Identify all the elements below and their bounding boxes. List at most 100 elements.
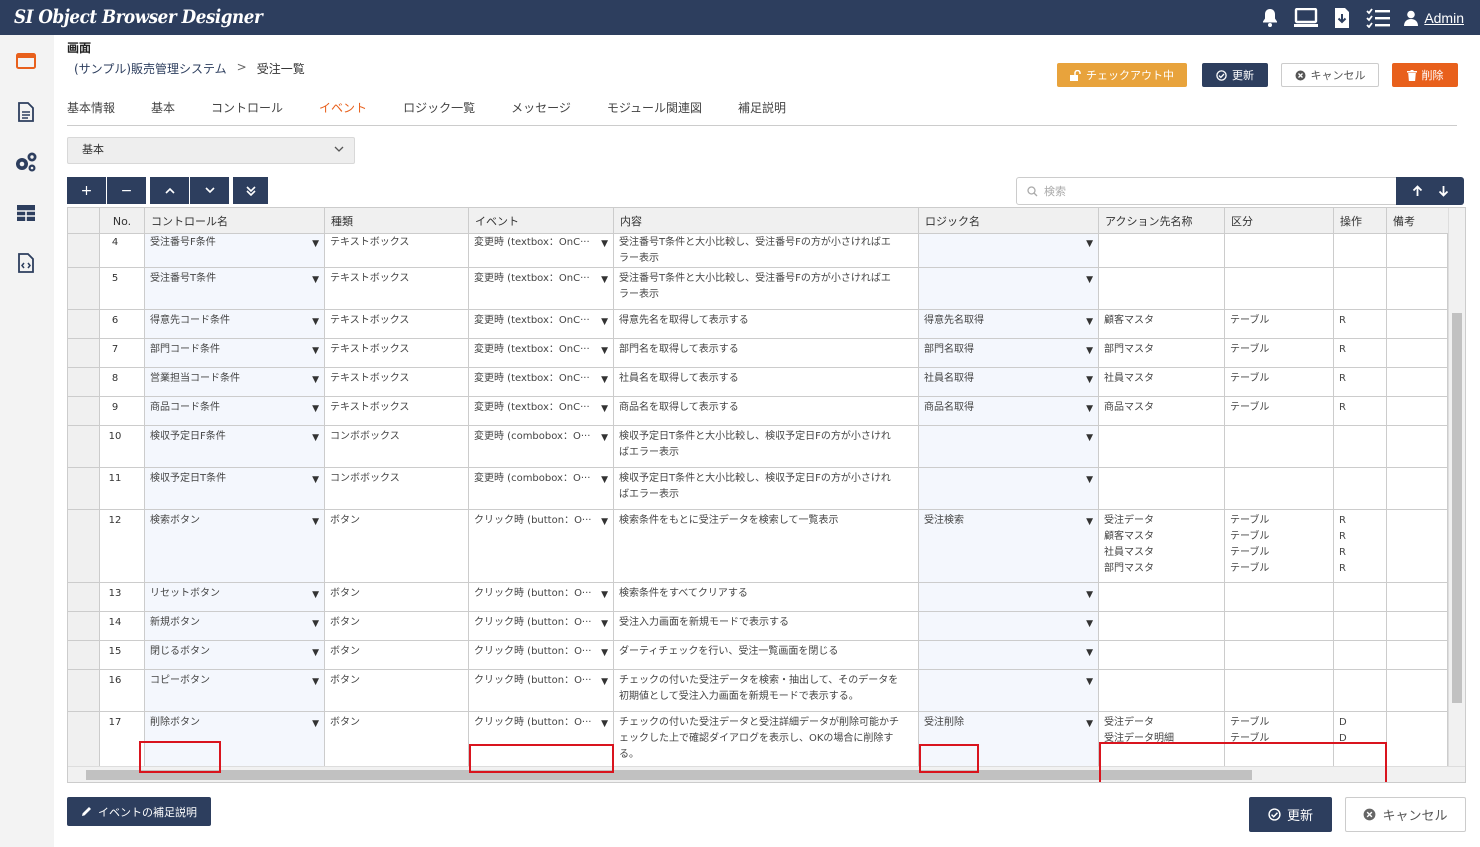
tab-logic-list[interactable]: ロジック一覧 xyxy=(403,99,511,125)
screen-icon[interactable] xyxy=(14,49,38,73)
vertical-scroll-thumb[interactable] xyxy=(1452,313,1462,703)
dropdown-arrow-icon[interactable]: ▼ xyxy=(601,674,608,690)
table-row[interactable]: 14 新規ボタン ▼ ボタン クリック時 (button：O··· ▼ 受注入力画面を新規モ… xyxy=(68,612,1448,641)
add-row-button[interactable]: + xyxy=(67,177,106,204)
dropdown-arrow-icon[interactable]: ▼ xyxy=(601,616,608,632)
dropdown-arrow-icon[interactable]: ▼ xyxy=(312,430,319,446)
cell-control-name[interactable]: 新規ボタン ▼ xyxy=(145,612,325,640)
cell-event[interactable]: 変更時 (textbox：OnC··· ▼ xyxy=(469,268,614,309)
dropdown-arrow-icon[interactable]: ▼ xyxy=(312,314,319,330)
vertical-scrollbar[interactable] xyxy=(1448,208,1465,768)
cell-logic-name[interactable]: ▼ xyxy=(919,468,1099,509)
remove-row-button[interactable]: − xyxy=(107,177,146,204)
tab-supplement[interactable]: 補足説明 xyxy=(738,99,822,125)
cell-event[interactable]: 変更時 (textbox：OnC··· ▼ xyxy=(469,397,614,425)
dropdown-arrow-icon[interactable]: ▼ xyxy=(1086,314,1093,330)
dropdown-arrow-icon[interactable]: ▼ xyxy=(601,401,608,417)
move-up-button[interactable] xyxy=(150,177,189,204)
cell-logic-name[interactable]: 社員名取得 ▼ xyxy=(919,368,1099,396)
dropdown-arrow-icon[interactable]: ▼ xyxy=(312,514,319,530)
cell-control-name[interactable]: 受注番号T条件 ▼ xyxy=(145,268,325,309)
cell-control-name[interactable]: 部門コード条件 ▼ xyxy=(145,339,325,367)
cell-logic-name[interactable]: ▼ xyxy=(919,670,1099,711)
cell-event[interactable]: 変更時 (textbox：OnC··· ▼ xyxy=(469,310,614,338)
table-row[interactable]: 12 検索ボタン ▼ ボタン クリック時 (button：O··· ▼ 検索条件をもとに受注… xyxy=(68,510,1448,583)
dropdown-arrow-icon[interactable]: ▼ xyxy=(601,514,608,530)
user-menu[interactable]: Admin xyxy=(1404,10,1464,26)
dropdown-arrow-icon[interactable]: ▼ xyxy=(312,674,319,690)
tab-control[interactable]: コントロール xyxy=(211,99,319,125)
table-row[interactable]: 7 部門コード条件 ▼ テキストボックス 変更時 (textbox：OnC··· ▼ 部門名… xyxy=(68,339,1448,368)
event-supplement-button[interactable]: イベントの補足説明 xyxy=(67,797,211,826)
dropdown-arrow-icon[interactable]: ▼ xyxy=(312,343,319,359)
table-row[interactable]: 13 リセットボタン ▼ ボタン クリック時 (button：O··· ▼ 検索条件をすべて… xyxy=(68,583,1448,612)
dropdown-arrow-icon[interactable]: ▼ xyxy=(601,472,608,488)
filter-select[interactable]: 基本 xyxy=(67,137,355,164)
dropdown-arrow-icon[interactable]: ▼ xyxy=(601,236,608,252)
user-name[interactable]: Admin xyxy=(1424,10,1464,26)
dropdown-arrow-icon[interactable]: ▼ xyxy=(1086,272,1093,288)
dropdown-arrow-icon[interactable]: ▼ xyxy=(1086,716,1093,732)
cell-event[interactable]: 変更時 (textbox：OnC··· ▼ xyxy=(469,234,614,267)
cell-event[interactable]: クリック時 (button：O··· ▼ xyxy=(469,612,614,640)
tab-module-diagram[interactable]: モジュール関連図 xyxy=(607,99,738,125)
table-icon[interactable] xyxy=(14,201,38,225)
table-row[interactable]: 8 営業担当コード条件 ▼ テキストボックス 変更時 (textbox：OnC··· ▼ 社… xyxy=(68,368,1448,397)
gears-icon[interactable] xyxy=(14,150,38,174)
cell-event[interactable]: クリック時 (button：O··· ▼ xyxy=(469,583,614,611)
cell-control-name[interactable]: 検収予定日T条件 ▼ xyxy=(145,468,325,509)
search-input[interactable]: 検索 xyxy=(1016,177,1398,205)
update-button[interactable]: 更新 xyxy=(1202,63,1268,87)
dropdown-arrow-icon[interactable]: ▼ xyxy=(1086,616,1093,632)
cell-control-name[interactable]: 得意先コード条件 ▼ xyxy=(145,310,325,338)
dropdown-arrow-icon[interactable]: ▼ xyxy=(1086,674,1093,690)
tab-event[interactable]: イベント xyxy=(319,99,403,125)
cell-event[interactable]: 変更時 (textbox：OnC··· ▼ xyxy=(469,339,614,367)
cell-control-name[interactable]: コピーボタン ▼ xyxy=(145,670,325,711)
cell-logic-name[interactable]: 受注検索 ▼ xyxy=(919,510,1099,582)
download-icon[interactable] xyxy=(1330,6,1354,30)
dropdown-arrow-icon[interactable]: ▼ xyxy=(601,645,608,661)
bell-icon[interactable] xyxy=(1258,6,1282,30)
dropdown-arrow-icon[interactable]: ▼ xyxy=(312,616,319,632)
dropdown-arrow-icon[interactable]: ▼ xyxy=(312,272,319,288)
table-row[interactable]: 11 検収予定日T条件 ▼ コンボボックス 変更時 (combobox：O··· ▼ 検収予… xyxy=(68,468,1448,510)
footer-cancel-button[interactable]: キャンセル xyxy=(1345,797,1466,832)
document-icon[interactable] xyxy=(14,100,38,124)
cell-control-name[interactable]: 検索ボタン ▼ xyxy=(145,510,325,582)
dropdown-arrow-icon[interactable]: ▼ xyxy=(1086,430,1093,446)
dropdown-arrow-icon[interactable]: ▼ xyxy=(1086,343,1093,359)
dropdown-arrow-icon[interactable]: ▼ xyxy=(312,716,319,732)
cell-event[interactable]: クリック時 (button：O··· ▼ xyxy=(469,670,614,711)
table-row[interactable]: 6 得意先コード条件 ▼ テキストボックス 変更時 (textbox：OnC··· ▼ 得意… xyxy=(68,310,1448,339)
table-row[interactable]: 15 閉じるボタン ▼ ボタン クリック時 (button：O··· ▼ ダーティチェックを… xyxy=(68,641,1448,670)
move-down-button[interactable] xyxy=(190,177,229,204)
dropdown-arrow-icon[interactable]: ▼ xyxy=(312,472,319,488)
cell-logic-name[interactable]: ▼ xyxy=(919,583,1099,611)
arrow-down-icon[interactable] xyxy=(1438,185,1449,197)
cancel-button[interactable]: キャンセル xyxy=(1281,63,1379,87)
footer-update-button[interactable]: 更新 xyxy=(1249,797,1332,832)
cell-control-name[interactable]: リセットボタン ▼ xyxy=(145,583,325,611)
cell-control-name[interactable]: 検収予定日F条件 ▼ xyxy=(145,426,325,467)
checklist-icon[interactable] xyxy=(1366,6,1391,30)
dropdown-arrow-icon[interactable]: ▼ xyxy=(1086,587,1093,603)
dropdown-arrow-icon[interactable]: ▼ xyxy=(601,716,608,732)
dropdown-arrow-icon[interactable]: ▼ xyxy=(1086,236,1093,252)
dropdown-arrow-icon[interactable]: ▼ xyxy=(1086,372,1093,388)
table-row[interactable]: 16 コピーボタン ▼ ボタン クリック時 (button：O··· ▼ チェックの付いた受… xyxy=(68,670,1448,712)
dropdown-arrow-icon[interactable]: ▼ xyxy=(312,236,319,252)
arrow-up-icon[interactable] xyxy=(1412,185,1423,197)
cell-logic-name[interactable]: 得意先名取得 ▼ xyxy=(919,310,1099,338)
dropdown-arrow-icon[interactable]: ▼ xyxy=(601,587,608,603)
table-row[interactable]: 4 受注番号F条件 ▼ テキストボックス 変更時 (textbox：OnC··· ▼ 受注番… xyxy=(68,234,1448,268)
breadcrumb-system[interactable]: (サンプル)販売管理システム xyxy=(74,60,227,77)
cell-logic-name[interactable]: ▼ xyxy=(919,234,1099,267)
cell-logic-name[interactable]: ▼ xyxy=(919,268,1099,309)
dropdown-arrow-icon[interactable]: ▼ xyxy=(1086,645,1093,661)
dropdown-arrow-icon[interactable]: ▼ xyxy=(1086,514,1093,530)
cell-control-name[interactable]: 閉じるボタン ▼ xyxy=(145,641,325,669)
dropdown-arrow-icon[interactable]: ▼ xyxy=(312,372,319,388)
cell-logic-name[interactable]: 商品名取得 ▼ xyxy=(919,397,1099,425)
cell-event[interactable]: クリック時 (button：O··· ▼ xyxy=(469,510,614,582)
